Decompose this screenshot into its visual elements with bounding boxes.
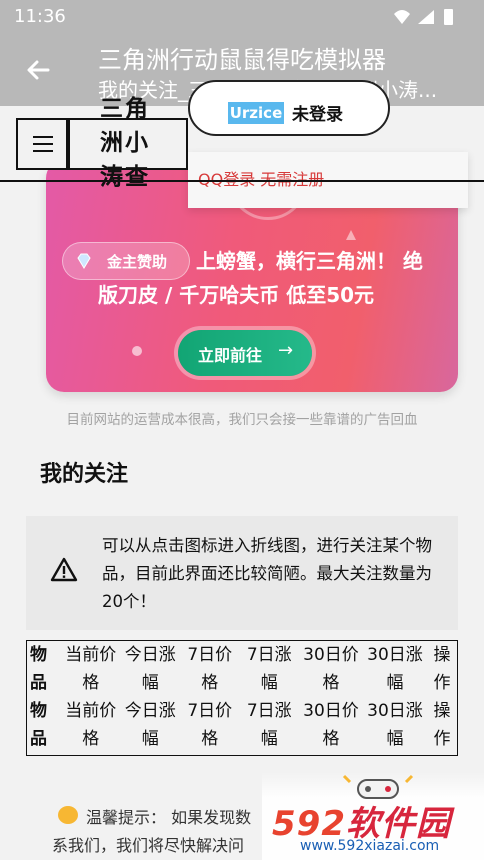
col-header: 30日涨幅 <box>367 701 423 749</box>
ad-headline-1: 上螃蟹，横行三角洲！ 绝 <box>196 249 423 273</box>
tip-line-2: 系我们，我们将尽快解决问 <box>52 836 245 855</box>
sponsor-badge: 金主赞助 <box>62 242 190 280</box>
app-title: 三角洲行动鼠鼠得吃模拟器 <box>98 46 386 74</box>
login-button[interactable]: Urzice 未登录 <box>188 80 390 136</box>
col-header: 7日价格 <box>187 645 233 693</box>
ad-decor-spark <box>346 230 356 240</box>
col-header: 当前价格 <box>65 701 117 749</box>
ad-headline-2: 版刀皮 / 千万哈夫币 低至50元 <box>98 283 375 307</box>
qq-login-link[interactable]: QQ登录 无需注册 <box>198 166 324 190</box>
col-header: 7日涨幅 <box>246 701 292 749</box>
status-time: 11:36 <box>14 6 66 27</box>
menu-button[interactable] <box>16 118 68 170</box>
watermark-url: www.592xiazai.com <box>300 838 440 854</box>
follow-table: 物品 当前价格 今日涨幅 7日价格 7日涨幅 30日价格 30日涨幅 操作 物品… <box>26 640 458 756</box>
go-now-button[interactable]: 立即前往 → <box>178 330 312 376</box>
wifi-icon <box>394 10 410 24</box>
ad-note: 目前网站的运营成本很高，我们只会接一些靠谱的广告回血 <box>66 412 418 428</box>
col-header: 30日涨幅 <box>367 645 423 693</box>
warning-icon <box>50 557 78 582</box>
arrow-right-icon: → <box>278 340 294 361</box>
ad-decor-dot <box>132 346 142 356</box>
site-logo-text: 三角洲小涛查 <box>100 118 150 190</box>
col-header: 操作 <box>433 701 451 749</box>
section-title: 我的关注 <box>40 462 129 487</box>
col-header: 物品 <box>30 701 47 749</box>
col-header: 30日价格 <box>303 701 359 749</box>
table-header-row: 物品 当前价格 今日涨幅 7日价格 7日涨幅 30日价格 30日涨幅 操作 <box>27 641 457 697</box>
diamond-icon <box>77 253 91 269</box>
status-bar: 11:36 <box>0 0 484 34</box>
notice-box: 可以从点击图标进入折线图，进行关注某个物品，目前此界面还比较简陋。最大关注数量为… <box>26 516 458 630</box>
sponsor-badge-label: 金主赞助 <box>107 253 168 271</box>
table-header-row: 物品 当前价格 今日涨幅 7日价格 7日涨幅 30日价格 30日涨幅 操作 <box>27 697 457 753</box>
col-header: 操作 <box>433 645 451 693</box>
back-arrow-icon[interactable] <box>22 54 54 86</box>
col-header: 今日涨幅 <box>124 701 176 749</box>
signal-icon <box>418 10 434 24</box>
col-header: 今日涨幅 <box>124 645 176 693</box>
login-logo-icon: Urzice <box>228 102 284 124</box>
col-header: 7日价格 <box>187 701 233 749</box>
col-header: 当前价格 <box>65 645 117 693</box>
status-icons <box>394 9 453 25</box>
hamburger-icon <box>33 136 53 138</box>
go-now-label: 立即前往 <box>198 346 263 365</box>
sun-icon <box>58 806 78 824</box>
col-header: 物品 <box>30 645 47 693</box>
login-status: 未登录 <box>292 105 343 125</box>
site-logo-visible[interactable]: 三角洲小涛查 <box>100 118 166 200</box>
col-header: 7日涨幅 <box>246 645 292 693</box>
notice-text: 可以从点击图标进入折线图，进行关注某个物品，目前此界面还比较简陋。最大关注数量为… <box>102 536 432 611</box>
tip-line-1: 温馨提示： 如果发现数 <box>86 808 252 827</box>
header-divider <box>0 180 484 182</box>
col-header: 30日价格 <box>303 645 359 693</box>
battery-icon <box>444 9 453 25</box>
